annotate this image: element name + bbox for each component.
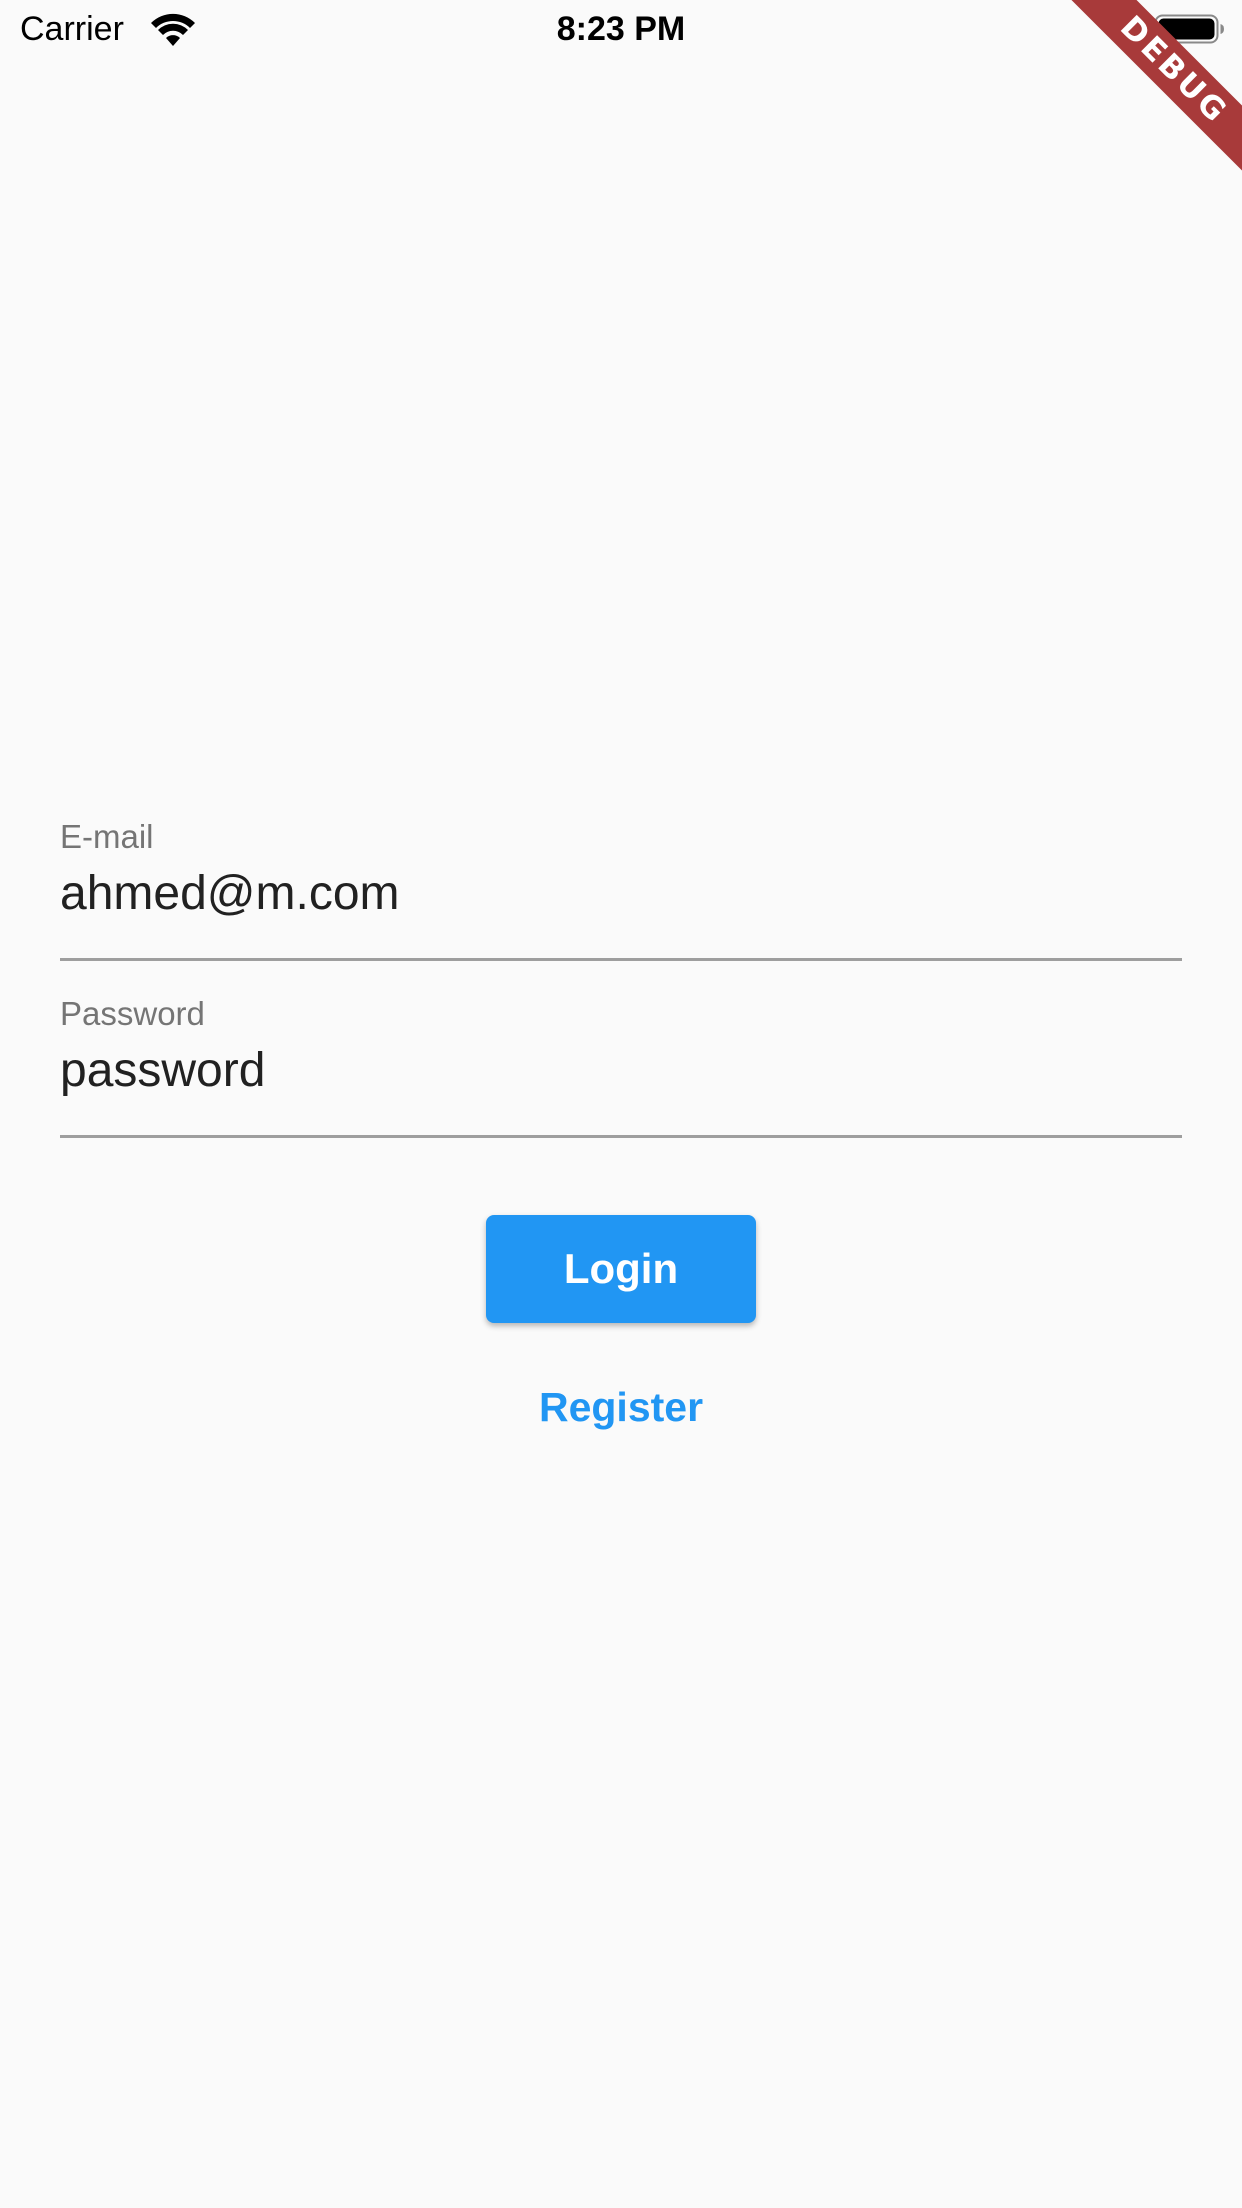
email-field[interactable]: ahmed@m.com [60, 866, 1182, 921]
email-field-underline [60, 958, 1182, 961]
password-field-container[interactable]: Password password [60, 995, 1182, 1139]
debug-banner: DEBUG [1042, 0, 1242, 200]
password-field[interactable]: password [60, 1043, 1182, 1098]
login-button[interactable]: Login [486, 1215, 756, 1323]
debug-banner-label: DEBUG [1065, 0, 1242, 179]
register-button[interactable]: Register [0, 1384, 1242, 1431]
email-field-container[interactable]: E-mail ahmed@m.com [60, 818, 1182, 962]
password-field-underline [60, 1135, 1182, 1138]
password-field-label: Password [60, 995, 205, 1032]
login-form: E-mail ahmed@m.com Password password [60, 818, 1182, 1172]
email-field-label: E-mail [60, 818, 154, 855]
